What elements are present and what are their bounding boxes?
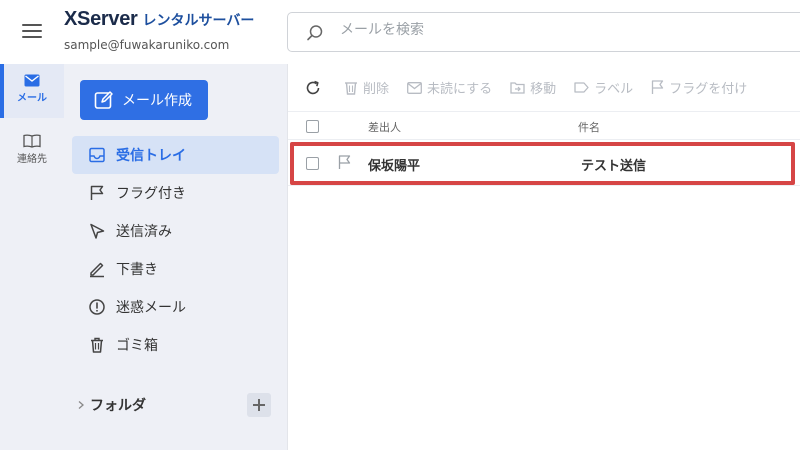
rail-item-contacts[interactable]: 連絡先 — [0, 124, 64, 178]
compose-button[interactable]: メール作成 — [80, 80, 208, 120]
mail-icon — [24, 74, 40, 87]
app-header: XServer レンタルサーバー sample@fuwakaruniko.com — [0, 0, 800, 64]
compose-icon — [94, 91, 113, 109]
brand-name: XServer — [64, 8, 138, 30]
rail-item-label: メール — [17, 93, 47, 104]
sidebar-item-trash[interactable]: ゴミ箱 — [72, 326, 279, 364]
move-folder-icon — [510, 82, 525, 94]
mark-unread-button[interactable]: 未読にする — [407, 78, 492, 97]
select-all-checkbox[interactable] — [306, 120, 319, 133]
flag-button[interactable]: フラグを付け — [651, 78, 747, 97]
mail-subject: テスト送信 — [581, 159, 647, 174]
row-checkbox[interactable] — [306, 157, 319, 170]
flag-icon — [90, 185, 104, 200]
search-box[interactable] — [287, 12, 800, 52]
sidebar-item-label: フラグ付き — [116, 186, 186, 202]
sidebar-item-sent[interactable]: 送信済み — [72, 212, 279, 250]
sidebar-item-label: 迷惑メール — [116, 300, 186, 316]
add-folder-button[interactable] — [247, 393, 271, 417]
flag-icon[interactable] — [338, 155, 351, 170]
brand-logo: XServer レンタルサーバー — [64, 8, 254, 31]
sidebar-item-label: 下書き — [116, 262, 158, 278]
list-header: 差出人 件名 — [288, 112, 800, 140]
folder-section: フォルダ — [72, 390, 279, 420]
book-icon — [23, 134, 41, 148]
menu-icon[interactable] — [22, 24, 42, 40]
label-button[interactable]: ラベル — [574, 78, 633, 97]
app-rail: メール 連絡先 — [0, 64, 64, 450]
trash-icon — [345, 82, 357, 95]
sidebar-item-inbox[interactable]: 受信トレイ — [72, 136, 279, 174]
refresh-icon[interactable] — [304, 79, 322, 97]
flag-icon — [652, 80, 664, 94]
mail-list-pane: 削除 未読にする 移動 ラベル フラグを付け 差出人 件名 保坂陽平 テスト送信 — [287, 64, 800, 450]
account-email: sample@fuwakaruniko.com — [64, 38, 230, 52]
sidebar-item-label: 送信済み — [116, 224, 172, 240]
sidebar-item-label: 受信トレイ — [116, 148, 186, 164]
search-icon — [307, 25, 323, 41]
folder-section-label[interactable]: フォルダ — [90, 395, 146, 415]
spam-icon — [89, 299, 105, 315]
send-icon — [90, 223, 105, 239]
search-input[interactable] — [340, 22, 740, 38]
rail-item-label: 連絡先 — [17, 154, 47, 165]
inbox-icon — [89, 147, 105, 163]
tag-icon — [574, 82, 589, 93]
folder-sidebar: メール作成 受信トレイ フラグ付き 送信済み 下書き 迷惑メール ゴミ箱 フォル… — [64, 64, 287, 450]
chevron-right-icon[interactable] — [76, 400, 86, 410]
column-header-from[interactable]: 差出人 — [368, 119, 401, 135]
column-header-subject[interactable]: 件名 — [578, 119, 600, 135]
brand-subtitle: レンタルサーバー — [142, 13, 255, 29]
envelope-icon — [407, 81, 422, 94]
delete-label: 削除 — [363, 82, 390, 97]
delete-button[interactable]: 削除 — [344, 78, 389, 97]
sidebar-item-spam[interactable]: 迷惑メール — [72, 288, 279, 326]
rail-item-mail[interactable]: メール — [0, 64, 64, 118]
trash-icon — [91, 337, 103, 353]
move-label: 移動 — [530, 82, 557, 97]
sidebar-item-label: ゴミ箱 — [116, 338, 158, 354]
move-button[interactable]: 移動 — [510, 78, 556, 97]
mark-unread-label: 未読にする — [427, 82, 493, 97]
flag-label: フラグを付け — [669, 82, 748, 97]
mail-row[interactable]: 保坂陽平 テスト送信 — [288, 140, 800, 186]
mail-toolbar: 削除 未読にする 移動 ラベル フラグを付け — [288, 64, 800, 112]
sidebar-item-flagged[interactable]: フラグ付き — [72, 174, 279, 212]
mail-sender: 保坂陽平 — [368, 159, 421, 174]
label-label: ラベル — [594, 82, 634, 97]
sidebar-item-drafts[interactable]: 下書き — [72, 250, 279, 288]
compose-label: メール作成 — [122, 93, 192, 109]
pencil-icon — [90, 262, 104, 278]
